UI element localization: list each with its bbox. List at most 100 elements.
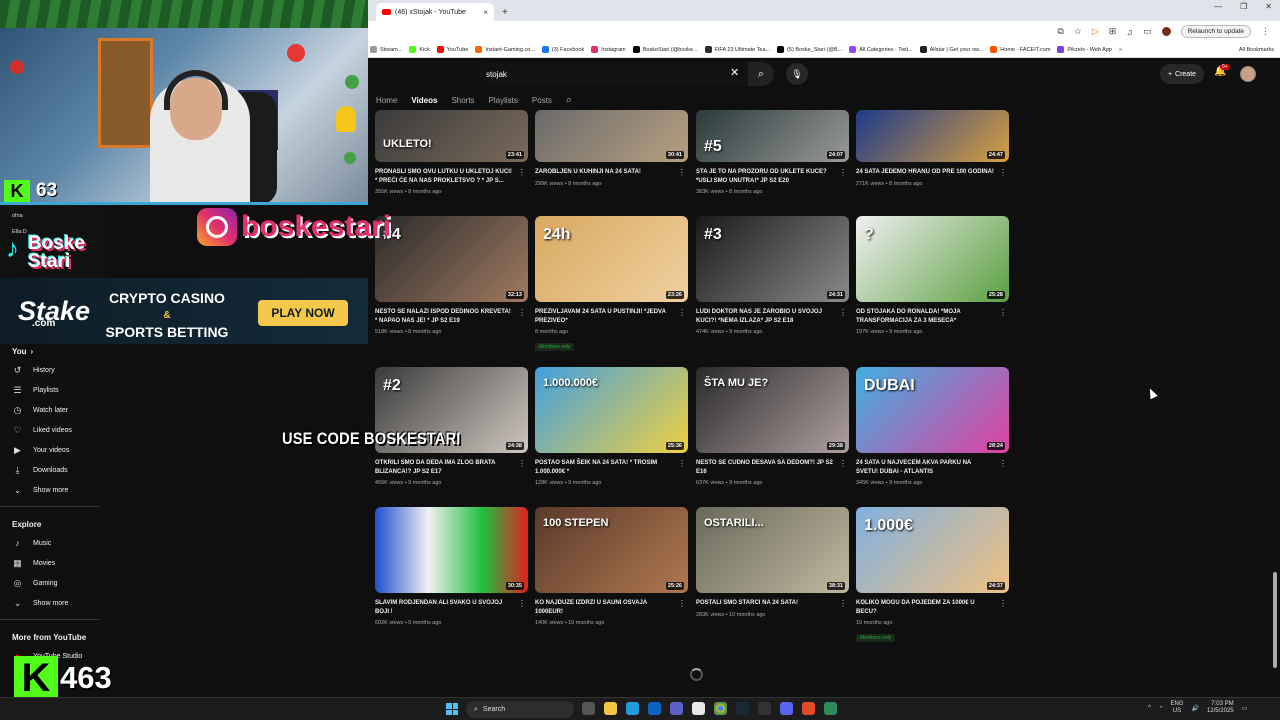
- voice-search-button[interactable]: 🎙: [786, 63, 808, 85]
- bookmark-item[interactable]: Stream...: [370, 46, 402, 53]
- video-title[interactable]: ZAROBLJEN U KUHINJI NA 24 SATA!: [535, 168, 673, 177]
- video-menu-icon[interactable]: ⋮: [518, 599, 526, 608]
- chrome-icon[interactable]: [714, 702, 727, 715]
- create-button[interactable]: + Create: [1160, 64, 1204, 84]
- app-icon[interactable]: [758, 702, 771, 715]
- video-menu-icon[interactable]: ⋮: [999, 459, 1007, 468]
- sidepanel-icon[interactable]: ▭: [1143, 26, 1152, 37]
- outlook-icon[interactable]: [648, 702, 661, 715]
- browser-tab[interactable]: (46) xStojak - YouTube ×: [376, 3, 494, 21]
- bookmark-item[interactable]: Home - FACEIT.com: [990, 46, 1050, 53]
- video-thumbnail[interactable]: 1.000.000€ 25:36: [535, 367, 688, 453]
- video-menu-icon[interactable]: ⋮: [839, 308, 847, 317]
- clear-search-icon[interactable]: ✕: [730, 66, 739, 79]
- obs-icon[interactable]: [802, 702, 815, 715]
- bookmark-item[interactable]: Instagram: [591, 46, 626, 53]
- volume-icon[interactable]: 🔊: [1191, 705, 1198, 712]
- bookmark-item[interactable]: (3) Facebook: [541, 46, 584, 53]
- avatar[interactable]: [1240, 66, 1256, 82]
- video-title[interactable]: PREZIVLJAVAM 24 SATA U PUSTINJI! *jedva …: [535, 308, 673, 325]
- sidebar-item-your-videos[interactable]: ▶ Your videos: [0, 440, 115, 460]
- tab-home[interactable]: Home: [376, 96, 397, 105]
- bookmark-item[interactable]: BoskeStari (@boske...: [632, 46, 698, 53]
- video-title[interactable]: POSTAO SAM ŠEIK NA 24 SATA! * trosim 1.0…: [535, 459, 673, 476]
- video-thumbnail[interactable]: DUBAI 28:24: [856, 367, 1009, 453]
- video-card[interactable]: 1.000.000€ 25:36 POSTAO SAM ŠEIK NA 24 SAT…: [535, 367, 688, 486]
- sidebar-item-downloads[interactable]: ⤓ Downloads: [0, 460, 115, 480]
- video-card[interactable]: #3 24:31 LUDI DOKTOR NAS JE ZAROBIO U SVOJ…: [696, 216, 849, 335]
- search-input[interactable]: stojak: [480, 62, 748, 86]
- all-bookmarks-button[interactable]: All Bookmarks: [1239, 47, 1280, 53]
- close-window-icon[interactable]: ✕: [1265, 2, 1272, 11]
- language-indicator[interactable]: ENG US: [1170, 701, 1183, 715]
- video-menu-icon[interactable]: ⋮: [999, 599, 1007, 608]
- video-title[interactable]: KO NAJDUZE IZDRZI U SAUNI OSVAJA 1000EUR…: [535, 599, 673, 616]
- video-thumbnail[interactable]: ŠTA MU JE? 29:38: [696, 367, 849, 453]
- wifi-icon[interactable]: ◔: [1159, 705, 1163, 711]
- sidebar-item-history[interactable]: ↺ History: [0, 360, 115, 380]
- video-menu-icon[interactable]: ⋮: [678, 308, 686, 317]
- new-tab-button[interactable]: +: [502, 3, 508, 21]
- video-thumbnail[interactable]: 24:47: [856, 110, 1009, 162]
- steam-icon[interactable]: [736, 702, 749, 715]
- bookmark-item[interactable]: (5) Boske_Stari (@B...: [777, 46, 842, 53]
- bookmark-item[interactable]: Allstar | Get your ow...: [919, 46, 983, 53]
- video-card[interactable]: OSTARILI... 38:31 POSTALI SMO STARCI NA 24…: [696, 507, 849, 618]
- tab-shorts[interactable]: Shorts: [451, 96, 474, 105]
- browser-profile-icon[interactable]: [1161, 27, 1171, 36]
- sidebar-you-heading[interactable]: You ›: [0, 342, 115, 360]
- video-title[interactable]: LUDI DOKTOR NAS JE ZAROBIO U SVOJOJ KUCI…: [696, 308, 834, 325]
- video-title[interactable]: 24 SATA JEDEMO HRANU OD PRE 100 GODINA!: [856, 168, 994, 177]
- video-card[interactable]: 1.000€ 24:37 KOLIKO MOGU DA POJEDEM ZA 100…: [856, 507, 1009, 644]
- bookmark-item[interactable]: FIFA 23 Ultimate Tea...: [704, 46, 770, 53]
- video-card[interactable]: ŠTA MU JE? 29:38 NESTO SE CUDNO DESAVA SA …: [696, 367, 849, 486]
- video-thumbnail[interactable]: 1.000€ 24:37: [856, 507, 1009, 593]
- windows-start-icon[interactable]: [446, 703, 458, 715]
- bookmark-item[interactable]: Pikzels - Web App: [1057, 46, 1112, 53]
- video-menu-icon[interactable]: ⋮: [839, 168, 847, 177]
- restore-icon[interactable]: ❐: [1240, 2, 1247, 11]
- video-menu-icon[interactable]: ⋮: [518, 308, 526, 317]
- store-icon[interactable]: [692, 702, 705, 715]
- video-title[interactable]: KOLIKO MOGU DA POJEDEM ZA 1000€ U BECU?: [856, 599, 994, 616]
- video-thumbnail[interactable]: UKLETO! 23:41: [375, 110, 528, 162]
- video-thumbnail[interactable]: 30:41: [535, 110, 688, 162]
- sidebar-item-music[interactable]: ♪ Music: [0, 533, 115, 553]
- video-card[interactable]: #5 24:07 STA JE TO NA PROZORU OD UKLETE KU…: [696, 110, 849, 195]
- video-menu-icon[interactable]: ⋮: [518, 168, 526, 177]
- bookmark-star-icon[interactable]: ☆: [1074, 26, 1082, 37]
- sidebar-item-gaming[interactable]: ◎ Gaming: [0, 573, 115, 593]
- bookmark-item[interactable]: Kick: [409, 46, 430, 53]
- sidebar-item-watch-later[interactable]: ◷ Watch later: [0, 400, 115, 420]
- clock[interactable]: 7:03 PM 12/5/2025: [1207, 701, 1234, 715]
- video-title[interactable]: STA JE TO NA PROZORU OD UKLETE KUCE? *us…: [696, 168, 834, 185]
- video-thumbnail[interactable]: #3 24:31: [696, 216, 849, 302]
- video-title[interactable]: NESTO SE CUDNO DESAVA SA DEDOM?! JP S2 E…: [696, 459, 834, 476]
- video-card[interactable]: ? 25:28 OD STOJAKA DO RONALDA! *moja trans…: [856, 216, 1009, 335]
- tab-posts[interactable]: Posts: [532, 96, 552, 105]
- media-icon[interactable]: ♫: [1126, 27, 1133, 37]
- video-menu-icon[interactable]: ⋮: [678, 599, 686, 608]
- video-title[interactable]: POSTALI SMO STARCI NA 24 SATA!: [696, 599, 834, 608]
- video-menu-icon[interactable]: ⋮: [678, 168, 686, 177]
- extension-play-icon[interactable]: ▷: [1092, 26, 1099, 37]
- bookmark-item[interactable]: YouTube: [436, 46, 468, 53]
- video-title[interactable]: NESTO SE NALAZI ISPOD DEDINOG KREVETA! *…: [375, 308, 513, 325]
- channel-search-icon[interactable]: ⌕: [566, 94, 572, 107]
- file-explorer-icon[interactable]: [604, 702, 617, 715]
- discord-icon[interactable]: [780, 702, 793, 715]
- video-card[interactable]: 30:35 SLAVIM RODJENDAN ALI SVAKO U SVOJOJ…: [375, 507, 528, 626]
- video-menu-icon[interactable]: ⋮: [518, 459, 526, 468]
- video-title[interactable]: SLAVIM RODJENDAN ALI SVAKO U SVOJOJ BOJI…: [375, 599, 513, 616]
- video-thumbnail[interactable]: #4 32:13: [375, 216, 528, 302]
- video-thumbnail[interactable]: ? 25:28: [856, 216, 1009, 302]
- video-card[interactable]: DUBAI 28:24 24 SATA U NAJVECEM AKVA PARKU …: [856, 367, 1009, 486]
- video-menu-icon[interactable]: ⋮: [999, 308, 1007, 317]
- edge-icon[interactable]: [626, 702, 639, 715]
- sidebar-item-movies[interactable]: ▦ Movies: [0, 553, 115, 573]
- search-button[interactable]: ⌕: [748, 62, 774, 86]
- sidebar-item-show-more[interactable]: ⌄ Show more: [0, 593, 115, 613]
- tab-playlists[interactable]: Playlists: [489, 96, 518, 105]
- video-thumbnail[interactable]: #5 24:07: [696, 110, 849, 162]
- video-card[interactable]: UKLETO! 23:41 PRONASLI SMO OVU LUTKU U UKL…: [375, 110, 528, 195]
